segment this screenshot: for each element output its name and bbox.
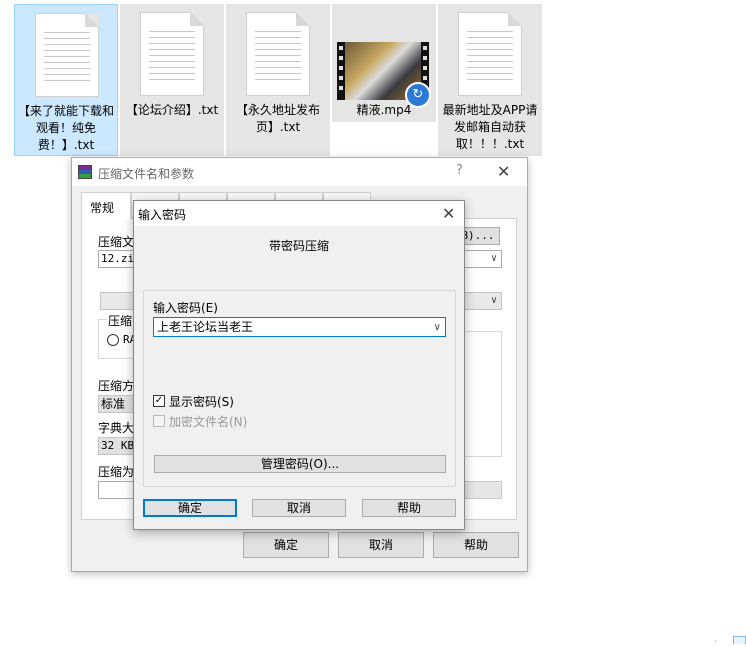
file-name: 【来了就能下载和观看！纯免费！】.txt (17, 104, 114, 152)
tab-general[interactable]: 常规 (81, 192, 131, 220)
format-radio[interactable] (107, 334, 119, 346)
archive-name-label: 压缩文 (98, 235, 135, 249)
text-file-icon (458, 12, 522, 96)
archive-name-value: 12.zi (101, 252, 135, 265)
encrypt-names-checkbox[interactable] (153, 415, 165, 427)
cancel-button[interactable]: 取消 (252, 499, 346, 517)
file-name: 【论坛介绍】.txt (125, 103, 219, 117)
text-file-icon (246, 12, 310, 96)
method-label: 压缩方 (98, 379, 135, 393)
method-value: 标准 (101, 397, 126, 411)
chevron-down-icon[interactable]: ∨ (491, 251, 497, 267)
file-name: 【永久地址发布页】.txt (235, 103, 320, 134)
taskbar-fragment (733, 636, 746, 644)
help-button[interactable]: 帮助 (362, 499, 456, 517)
cancel-button[interactable]: 取消 (338, 532, 424, 558)
show-password-label: 显示密码(S) (169, 395, 234, 409)
dictionary-label: 字典大 (98, 421, 135, 435)
file-item-4[interactable]: 最新地址及APP请发邮箱自动获取！！！.txt (438, 4, 542, 156)
dictionary-value: 32 KB (101, 439, 135, 452)
show-password-checkbox[interactable]: ✓ (153, 395, 165, 407)
close-icon[interactable]: ✕ (442, 204, 455, 223)
password-group: 输入密码(E) 上老王论坛当老王 ∨ ✓ 显示密码(S) 加密文件名(N) 管理… (143, 290, 456, 487)
close-icon[interactable]: ✕ (497, 162, 510, 181)
file-name: 最新地址及APP请发邮箱自动获取！！！.txt (442, 103, 538, 151)
manage-passwords-button[interactable]: 管理密码(O)... (154, 455, 446, 473)
winrar-icon (78, 165, 92, 179)
dialog-title: 压缩文件名和参数 (98, 167, 195, 181)
tab-label: 常规 (90, 201, 115, 215)
text-file-icon (140, 12, 204, 96)
title-bar: 输入密码 ✕ (134, 201, 464, 226)
chevron-down-icon[interactable]: ∨ (434, 319, 441, 337)
video-thumbnail: ↻ (337, 42, 431, 108)
ok-button[interactable]: 确定 (143, 499, 237, 517)
file-item-2[interactable]: 【永久地址发布页】.txt (226, 4, 330, 156)
format-group-label: 压缩 (107, 312, 134, 329)
enter-password-dialog: 输入密码 ✕ 带密码压缩 输入密码(E) 上老王论坛当老王 ∨ ✓ 显示密码(S… (133, 200, 465, 530)
dialog-title: 输入密码 (138, 208, 187, 222)
dialog-heading: 带密码压缩 (268, 239, 329, 253)
file-item-1[interactable]: 【论坛介绍】.txt (120, 4, 224, 156)
file-item-3[interactable]: ↻ 精液.mp4 (332, 4, 436, 122)
chevron-down-icon[interactable]: ∨ (491, 293, 497, 309)
file-item-0[interactable]: 【来了就能下载和观看！纯免费！】.txt (14, 4, 118, 156)
help-icon[interactable]: ? (456, 163, 463, 178)
title-bar: 压缩文件名和参数 ? ✕ (72, 158, 527, 186)
encrypt-names-label: 加密文件名(N) (169, 415, 248, 429)
split-label: 压缩为 (98, 465, 135, 479)
password-input[interactable]: 上老王论坛当老王 ∨ (153, 317, 446, 337)
file-name: 精液.mp4 (356, 103, 412, 117)
help-button[interactable]: 帮助 (433, 532, 519, 558)
ok-button[interactable]: 确定 (243, 532, 329, 558)
password-value: 上老王论坛当老王 (157, 320, 254, 334)
text-file-icon (35, 13, 99, 97)
corner-dot: · (714, 637, 717, 647)
password-label: 输入密码(E) (153, 301, 218, 315)
